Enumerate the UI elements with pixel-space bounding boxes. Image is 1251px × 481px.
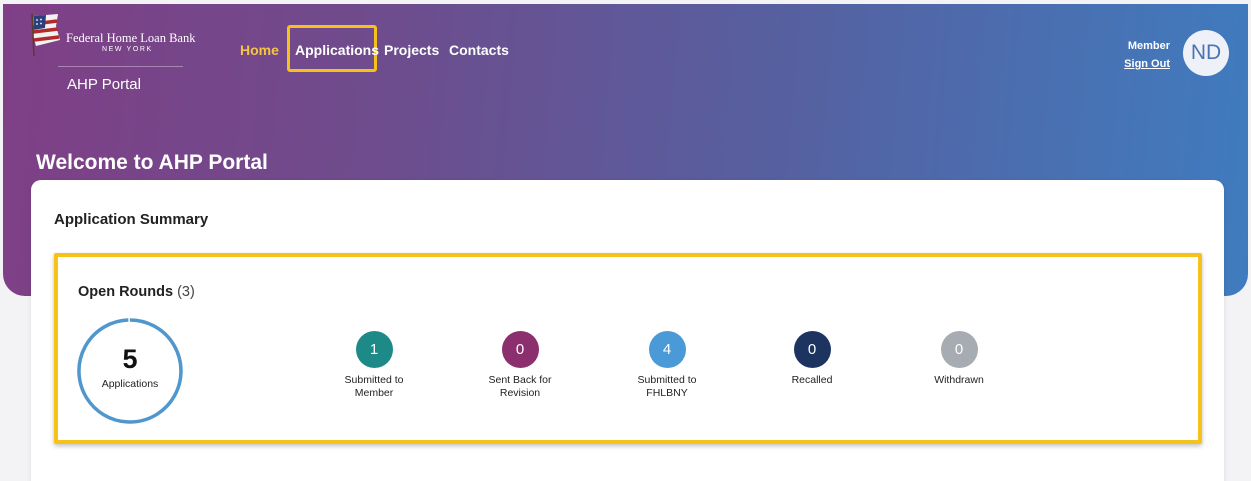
status-count-badge: 0 <box>793 331 831 368</box>
status-sent-back-for-revision[interactable]: 0 Sent Back for Revision <box>475 331 565 400</box>
nav-home[interactable]: Home <box>240 42 279 58</box>
open-rounds-panel: Open Rounds (3) 5 Applications 1 Submitt… <box>54 253 1202 444</box>
status-submitted-to-member[interactable]: 1 Submitted to Member <box>329 331 419 400</box>
status-withdrawn[interactable]: 0 Withdrawn <box>914 331 1004 387</box>
status-label: Recalled <box>791 374 833 386</box>
user-menu: Member Sign Out <box>1124 40 1170 70</box>
logo-divider <box>58 66 183 67</box>
flag-logo-icon <box>31 13 60 56</box>
status-label: Submitted to Member <box>344 374 404 399</box>
total-applications-label: Applications <box>101 378 159 390</box>
user-role: Member <box>1127 40 1170 52</box>
application-summary-title: Application Summary <box>54 211 209 228</box>
status-submitted-to-fhlbny[interactable]: 4 Submitted to FHLBNY <box>622 331 712 400</box>
nav-applications[interactable]: Applications <box>295 42 379 58</box>
bank-city: NEW YORK <box>102 46 153 53</box>
open-rounds-heading: Open Rounds (3) <box>78 284 195 300</box>
application-summary-card: Application Summary Open Rounds (3) 5 Ap… <box>31 180 1224 481</box>
status-count-badge: 0 <box>501 331 539 368</box>
sign-out-link[interactable]: Sign Out <box>1124 58 1170 70</box>
status-label: Sent Back for Revision <box>488 374 552 399</box>
nav-projects[interactable]: Projects <box>384 42 439 58</box>
bank-name: Federal Home Loan Bank <box>66 31 196 45</box>
portal-name: AHP Portal <box>67 76 141 93</box>
status-label: Submitted to FHLBNY <box>637 374 697 399</box>
avatar[interactable]: ND <box>1183 30 1229 76</box>
status-recalled[interactable]: 0 Recalled <box>767 331 857 387</box>
total-applications-value: 5 <box>122 344 138 374</box>
open-rounds-label: Open Rounds <box>78 284 174 300</box>
status-count-badge: 1 <box>355 331 393 368</box>
status-count-badge: 0 <box>940 331 978 368</box>
status-count-badge: 4 <box>648 331 686 368</box>
nav-contacts[interactable]: Contacts <box>449 42 509 58</box>
total-applications-ring[interactable]: 5 Applications <box>76 317 184 425</box>
fhlbny-logo[interactable]: Federal Home Loan Bank NEW YORK AHP Port… <box>28 12 195 93</box>
status-label: Withdrawn <box>934 374 984 386</box>
page-title: Welcome to AHP Portal <box>36 151 268 174</box>
open-rounds-count: (3) <box>177 284 195 300</box>
